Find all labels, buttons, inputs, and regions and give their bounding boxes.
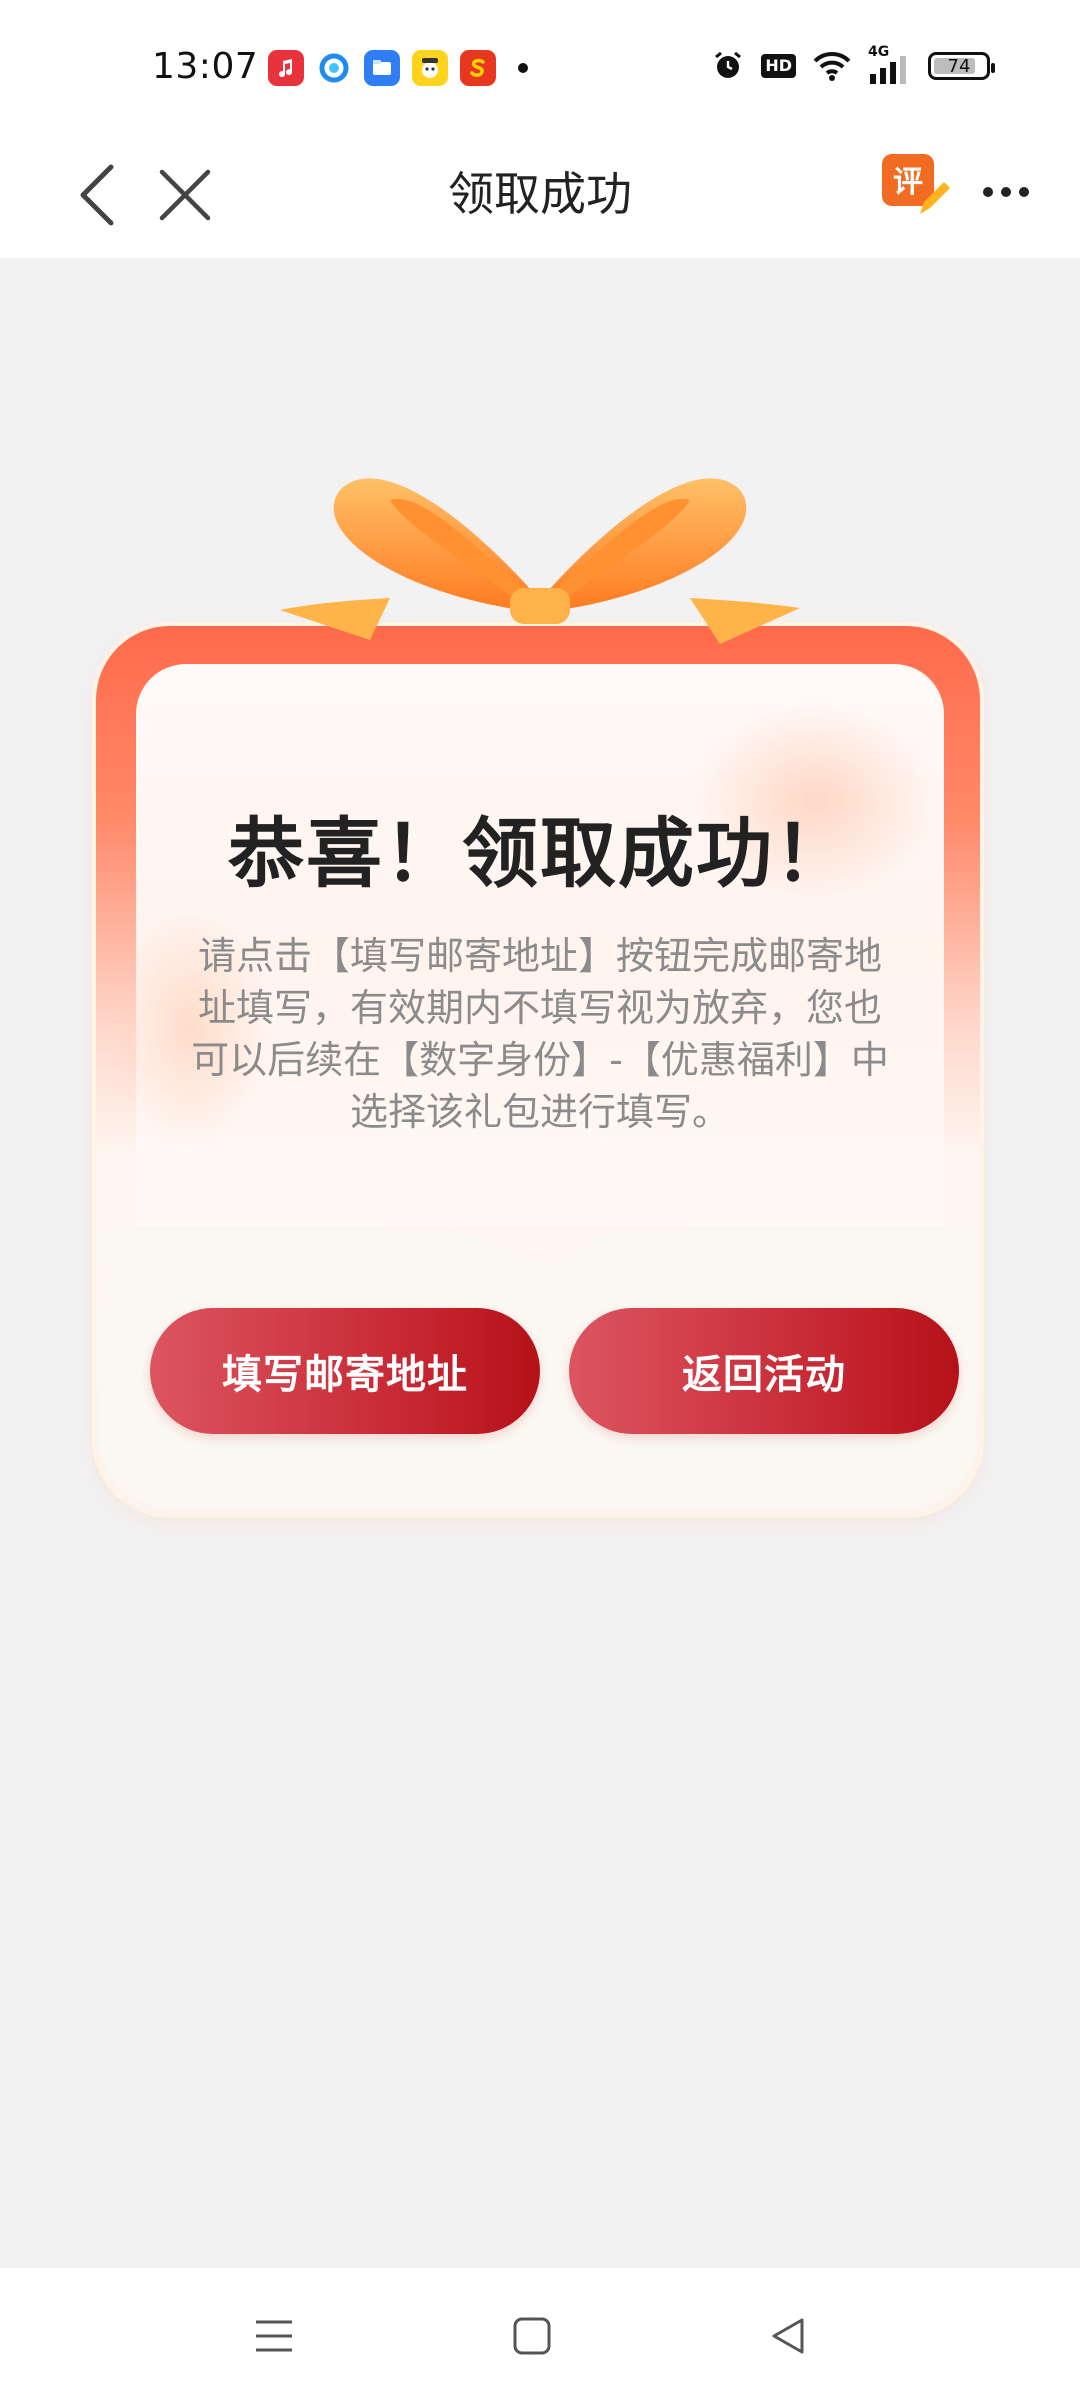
svg-text:评: 评 <box>893 165 923 200</box>
fill-address-button[interactable]: 填写邮寄地址 <box>150 1308 540 1434</box>
system-navigation-bar <box>0 2268 1080 2400</box>
hd-badge: HD <box>761 54 796 78</box>
status-bar: 13:07 HD 4G 74 <box>0 0 1080 130</box>
more-notifications-dot <box>518 63 528 73</box>
more-dot-icon <box>1019 187 1029 197</box>
more-dot-icon <box>983 187 993 197</box>
notification-icons <box>268 50 528 86</box>
more-options-button[interactable] <box>966 162 1046 222</box>
game-app-icon <box>412 50 448 86</box>
status-indicators: HD 4G 74 <box>711 44 995 84</box>
return-to-activity-button[interactable]: 返回活动 <box>569 1308 959 1434</box>
files-app-icon <box>364 50 400 86</box>
back-system-button[interactable] <box>758 2306 818 2366</box>
wifi-icon <box>813 51 851 81</box>
back-triangle-icon <box>772 2318 804 2354</box>
battery-indicator: 74 <box>928 52 995 80</box>
review-pencil-icon: 评 <box>882 154 950 214</box>
more-dot-icon <box>1001 187 1011 197</box>
status-time: 13:07 <box>152 46 259 87</box>
top-navigation-bar: 领取成功 评 <box>0 130 1080 258</box>
alarm-icon <box>715 51 742 78</box>
signal-4g-icon: 4G <box>868 44 912 84</box>
gift-bow-decoration <box>280 478 800 644</box>
home-square-icon <box>513 2317 551 2355</box>
music-app-icon <box>268 50 304 86</box>
browser-app-icon <box>316 50 352 86</box>
home-button[interactable] <box>502 2306 562 2366</box>
success-title: 恭喜！领取成功！ <box>228 809 852 898</box>
card-notch-decoration <box>390 1226 690 1260</box>
instruction-text: 请点击【填写邮寄地址】按钮完成邮寄地址填写，有效期内不填写视为放弃，您也可以后续… <box>191 934 889 1134</box>
shop-app-icon <box>460 50 496 86</box>
menu-button[interactable] <box>244 2306 304 2366</box>
menu-icon <box>256 2320 292 2352</box>
review-button[interactable]: 评 <box>880 152 950 222</box>
battery-percent: 74 <box>947 55 971 77</box>
